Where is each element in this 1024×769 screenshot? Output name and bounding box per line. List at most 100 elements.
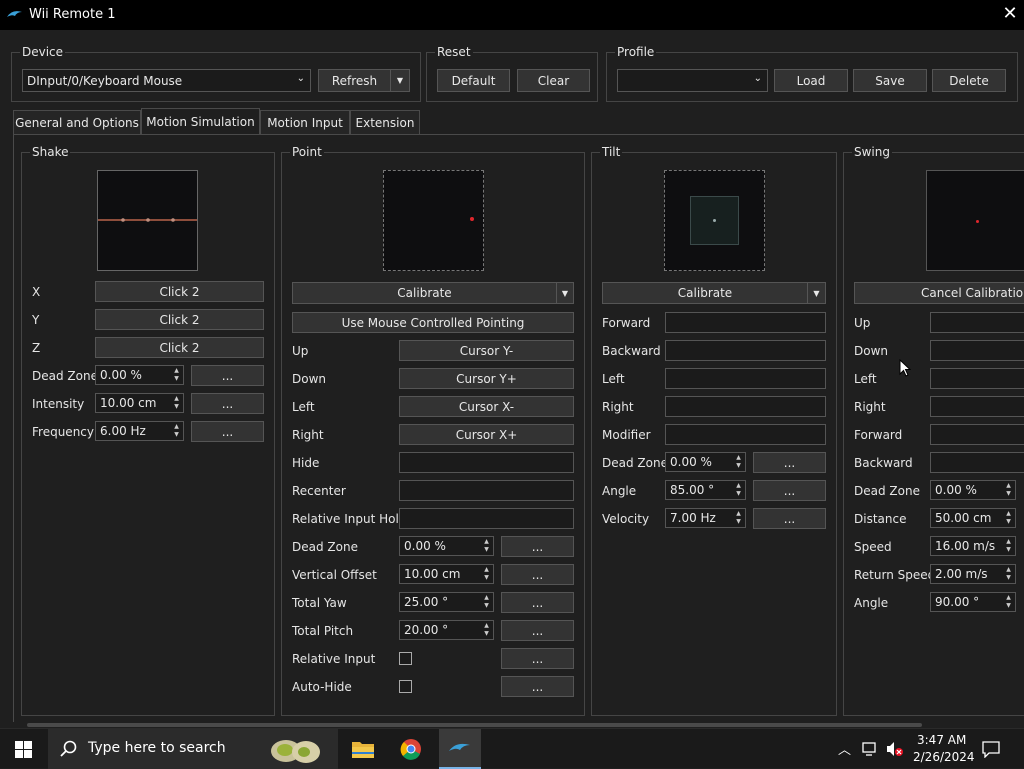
spin-arrows-icon[interactable]: ▲ ▼	[172, 367, 181, 383]
swing-right-field[interactable]	[930, 396, 1024, 417]
profile-select[interactable]: ⌄	[617, 69, 768, 92]
tab-extension[interactable]: Extension	[350, 110, 420, 134]
tilt-velocity-spinbox[interactable]: 7.00 Hz ▲ ▼	[665, 508, 746, 528]
point-recenter-field[interactable]	[399, 480, 574, 501]
tab-motion-simulation[interactable]: Motion Simulation	[141, 108, 260, 134]
swing-backward-field[interactable]	[930, 452, 1024, 473]
shake-preview	[97, 170, 198, 271]
windows-start-icon[interactable]	[15, 741, 32, 758]
chevron-up-icon[interactable]: ︿	[838, 739, 851, 758]
point-vertical-offset-spinbox[interactable]: 10.00 cm ▲ ▼	[399, 564, 494, 584]
save-button[interactable]: Save	[853, 69, 927, 92]
tilt-calibrate-menu-button[interactable]: ▼	[807, 282, 826, 304]
shake-frequency-spinbox[interactable]: 6.00 Hz ▲ ▼	[95, 421, 184, 441]
clear-button[interactable]: Clear	[517, 69, 590, 92]
shake-x-button[interactable]: Click 2	[95, 281, 264, 302]
refresh-menu-button[interactable]: ▼	[390, 69, 410, 92]
spin-arrows-icon[interactable]: ▲ ▼	[172, 423, 181, 439]
taskbar-search-box[interactable]: Type here to search	[48, 729, 338, 769]
swing-dead-zone-spinbox[interactable]: 0.00 % ▲ ▼	[930, 480, 1016, 500]
point-dead-zone-spinbox[interactable]: 0.00 % ▲ ▼	[399, 536, 494, 556]
swing-left-field[interactable]	[930, 368, 1024, 389]
point-total-yaw-more-button[interactable]: ...	[501, 592, 574, 613]
volume-muted-icon[interactable]	[886, 741, 904, 757]
point-calibrate-button[interactable]: Calibrate	[292, 282, 557, 304]
swing-distance-spinbox[interactable]: 50.00 cm ▲ ▼	[930, 508, 1016, 528]
close-icon[interactable]: ✕	[1000, 4, 1020, 24]
clock-date[interactable]: 2/26/2024	[913, 750, 975, 764]
spin-arrows-icon[interactable]: ▲ ▼	[734, 454, 743, 470]
cancel-calibration-button[interactable]: Cancel Calibration	[854, 282, 1024, 304]
swing-forward-field[interactable]	[930, 424, 1024, 445]
spin-arrows-icon[interactable]: ▲ ▼	[1004, 594, 1013, 610]
point-up-button[interactable]: Cursor Y-	[399, 340, 574, 361]
spin-arrows-icon[interactable]: ▲ ▼	[734, 510, 743, 526]
point-relative-input-more-button[interactable]: ...	[501, 648, 574, 669]
tilt-dead-zone-spinbox[interactable]: 0.00 % ▲ ▼	[665, 452, 746, 472]
clock-time[interactable]: 3:47 AM	[917, 733, 966, 747]
shake-intensity-spinbox[interactable]: 10.00 cm ▲ ▼	[95, 393, 184, 413]
spin-arrows-icon[interactable]: ▲ ▼	[482, 622, 491, 638]
point-relative-hold-field[interactable]	[399, 508, 574, 529]
notification-icon[interactable]	[982, 741, 1000, 758]
spin-arrows-icon[interactable]: ▲ ▼	[1004, 482, 1013, 498]
tilt-angle-more-button[interactable]: ...	[753, 480, 826, 501]
point-auto-hide-more-button[interactable]: ...	[501, 676, 574, 697]
spin-arrows-icon[interactable]: ▲ ▼	[482, 538, 491, 554]
auto-hide-checkbox[interactable]	[399, 680, 412, 693]
load-button[interactable]: Load	[774, 69, 848, 92]
point-left-button[interactable]: Cursor X-	[399, 396, 574, 417]
spin-arrows-icon[interactable]: ▲ ▼	[1004, 566, 1013, 582]
tilt-forward-field[interactable]	[665, 312, 826, 333]
point-dead-zone-more-button[interactable]: ...	[501, 536, 574, 557]
more-label: ...	[221, 396, 234, 411]
point-total-yaw-spinbox[interactable]: 25.00 ° ▲ ▼	[399, 592, 494, 612]
spin-arrows-icon[interactable]: ▲ ▼	[482, 594, 491, 610]
tilt-calibrate-button[interactable]: Calibrate	[602, 282, 808, 304]
tilt-backward-field[interactable]	[665, 340, 826, 361]
taskbar-chrome-button[interactable]	[391, 729, 431, 769]
shake-z-button[interactable]: Click 2	[95, 337, 264, 358]
shake-y-button[interactable]: Click 2	[95, 309, 264, 330]
tilt-angle-spinbox[interactable]: 85.00 ° ▲ ▼	[665, 480, 746, 500]
network-icon[interactable]	[862, 742, 880, 756]
swing-return-speed-spinbox[interactable]: 2.00 m/s ▲ ▼	[930, 564, 1016, 584]
tab-general-and-options[interactable]: General and Options	[13, 110, 141, 134]
tilt-left-field[interactable]	[665, 368, 826, 389]
tab-motion-input[interactable]: Motion Input	[260, 110, 350, 134]
spin-arrows-icon[interactable]: ▲ ▼	[172, 395, 181, 411]
default-button[interactable]: Default	[437, 69, 510, 92]
spin-arrows-icon[interactable]: ▲ ▼	[1004, 510, 1013, 526]
point-total-yaw-value: 25.00 °	[404, 595, 449, 609]
point-down-button[interactable]: Cursor Y+	[399, 368, 574, 389]
relative-input-checkbox[interactable]	[399, 652, 412, 665]
taskbar-file-explorer-button[interactable]	[343, 729, 383, 769]
swing-down-field[interactable]	[930, 340, 1024, 361]
shake-dead-zone-more-button[interactable]: ...	[191, 365, 264, 386]
shake-frequency-more-button[interactable]: ...	[191, 421, 264, 442]
swing-speed-spinbox[interactable]: 16.00 m/s ▲ ▼	[930, 536, 1016, 556]
spin-arrows-icon[interactable]: ▲ ▼	[734, 482, 743, 498]
delete-button[interactable]: Delete	[932, 69, 1006, 92]
mouse-pointing-button[interactable]: Use Mouse Controlled Pointing	[292, 312, 574, 333]
scrollbar-thumb[interactable]	[27, 723, 922, 727]
point-right-button[interactable]: Cursor X+	[399, 424, 574, 445]
spin-arrows-icon[interactable]: ▲ ▼	[1004, 538, 1013, 554]
shake-intensity-more-button[interactable]: ...	[191, 393, 264, 414]
tilt-right-field[interactable]	[665, 396, 826, 417]
tilt-modifier-field[interactable]	[665, 424, 826, 445]
point-hide-field[interactable]	[399, 452, 574, 473]
point-total-pitch-spinbox[interactable]: 20.00 ° ▲ ▼	[399, 620, 494, 640]
tilt-dead-zone-more-button[interactable]: ...	[753, 452, 826, 473]
shake-dead-zone-spinbox[interactable]: 0.00 % ▲ ▼	[95, 365, 184, 385]
device-select[interactable]: DInput/0/Keyboard Mouse ⌄	[22, 69, 311, 92]
taskbar-dolphin-button[interactable]	[439, 729, 481, 769]
point-calibrate-menu-button[interactable]: ▼	[556, 282, 574, 304]
swing-up-field[interactable]	[930, 312, 1024, 333]
point-total-pitch-more-button[interactable]: ...	[501, 620, 574, 641]
swing-angle-spinbox[interactable]: 90.00 ° ▲ ▼	[930, 592, 1016, 612]
spin-arrows-icon[interactable]: ▲ ▼	[482, 566, 491, 582]
point-vertical-offset-more-button[interactable]: ...	[501, 564, 574, 585]
refresh-button[interactable]: Refresh	[318, 69, 391, 92]
tilt-velocity-more-button[interactable]: ...	[753, 508, 826, 529]
